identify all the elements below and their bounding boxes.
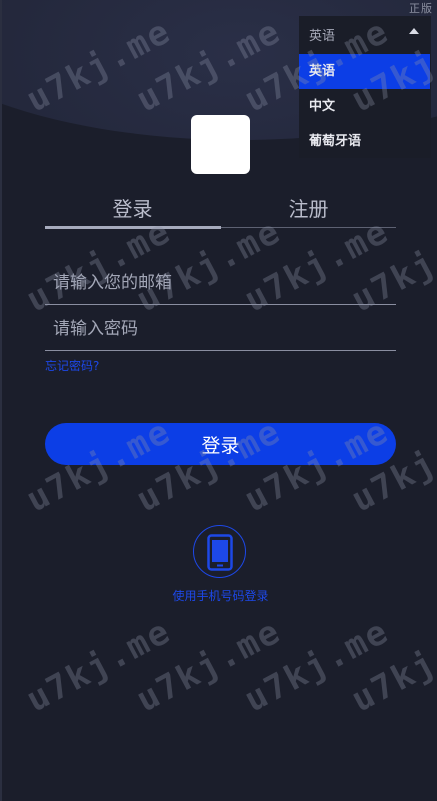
password-field-wrapper (45, 308, 396, 351)
language-option-portuguese[interactable]: 葡萄牙语 (299, 124, 431, 159)
phone-login-option[interactable]: 使用手机号码登录 (160, 525, 281, 605)
phone-login-label[interactable]: 使用手机号码登录 (160, 587, 281, 604)
watermark-text: u7kj.me (238, 611, 396, 721)
phone-login-circle[interactable] (193, 525, 246, 578)
watermark-text: u7kj.me (130, 611, 288, 721)
mobile-phone-icon (207, 534, 233, 571)
password-input[interactable] (45, 308, 396, 350)
email-input[interactable] (45, 262, 396, 304)
language-options: 英语 中文 葡萄牙语 (299, 54, 431, 159)
tab-register[interactable]: 注册 (221, 193, 396, 225)
watermark-text: u7kj.me (345, 611, 437, 721)
login-button[interactable]: 登录 (45, 423, 396, 465)
app-logo (191, 115, 250, 174)
language-option-english[interactable]: 英语 (299, 54, 430, 89)
language-current[interactable]: 英语 (309, 25, 335, 44)
watermark-text: u7kj.me (20, 611, 178, 721)
left-border (0, 0, 2, 801)
auth-tabs: 登录 注册 (45, 193, 396, 229)
language-option-chinese[interactable]: 中文 (299, 89, 431, 124)
active-tab-indicator (45, 226, 221, 229)
forgot-password-link[interactable]: 忘记密码? (45, 357, 99, 374)
tab-login[interactable]: 登录 (45, 193, 220, 225)
language-dropdown[interactable]: 英语 英语 中文 葡萄牙语 (299, 16, 431, 158)
caret-up-icon[interactable] (409, 28, 419, 34)
email-field-wrapper (45, 262, 396, 305)
login-screen: 正版 英语 英语 中文 葡萄牙语 登录 注册 忘记密码? 登录 使用手机号码 (0, 0, 437, 801)
version-tag: 正版 (409, 2, 433, 15)
